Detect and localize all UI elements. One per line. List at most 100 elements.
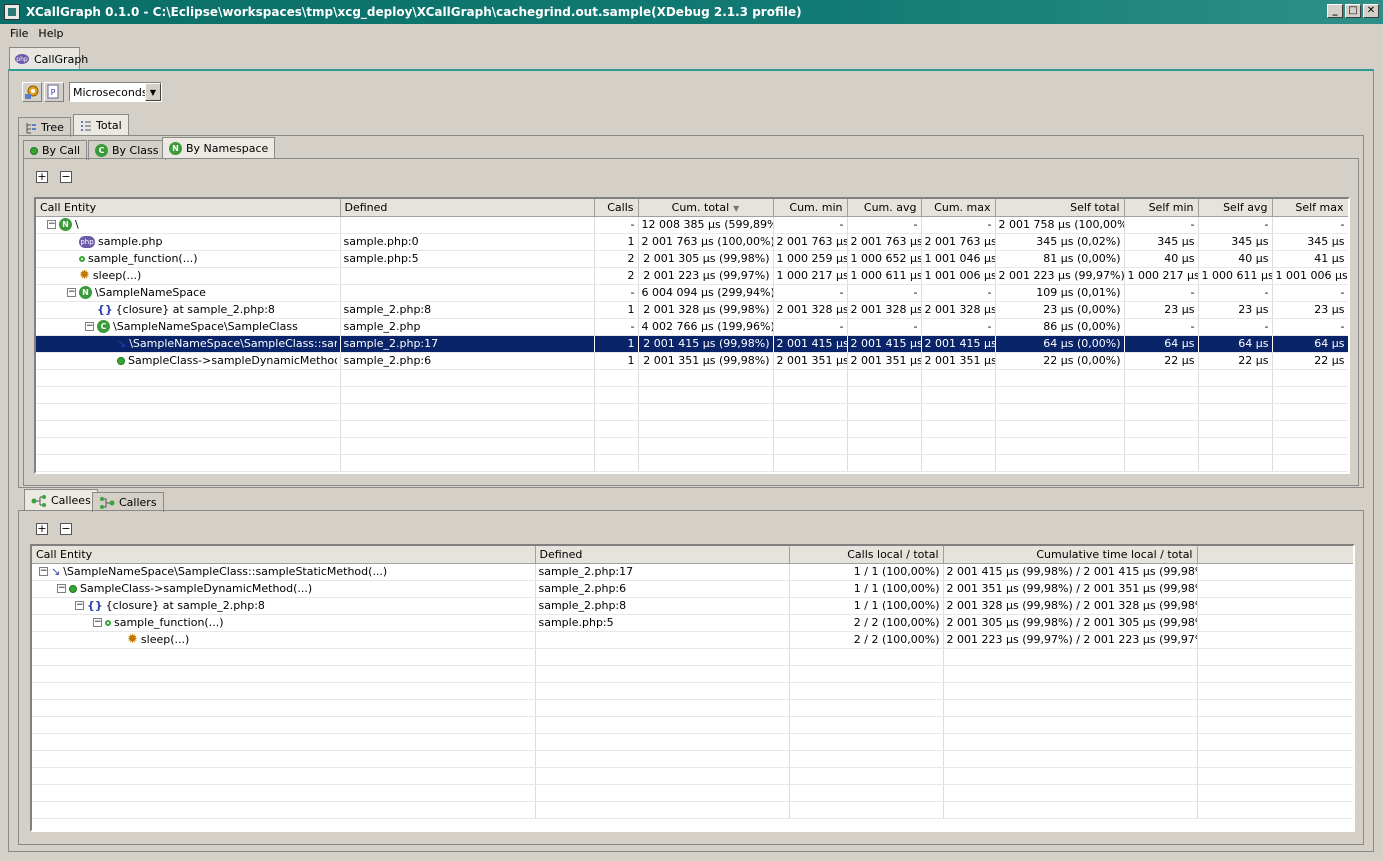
include-php-button[interactable]: P xyxy=(44,82,64,102)
entity-name: sample_function(...) xyxy=(88,252,198,265)
table-row[interactable]: − N \SampleNameSpace -6 004 094 µs (299,94%… xyxy=(36,284,1348,302)
table-row[interactable]: − C \SampleNameSpace\SampleClass sample_2.p… xyxy=(36,318,1348,336)
col-header-self-total[interactable]: Self total xyxy=(995,199,1125,217)
table-row[interactable]: php sample.php sample.php:0 1 2 001 763 µs (… xyxy=(36,233,1348,251)
tab-by-class[interactable]: C By Class xyxy=(88,140,166,160)
menu-file[interactable]: File xyxy=(0,27,34,40)
empty-row xyxy=(32,665,1353,683)
col-header-defined[interactable]: Defined xyxy=(340,199,595,217)
tab-callers[interactable]: Callers xyxy=(92,492,164,512)
minimize-button[interactable]: _ xyxy=(1327,4,1343,18)
php-file-icon: php xyxy=(79,235,95,248)
entity-name: \ xyxy=(75,218,79,231)
static-method-icon: ↘ xyxy=(117,337,127,350)
collapse-toggle[interactable]: − xyxy=(67,288,76,297)
col-header-cumulative-time[interactable]: Cumulative time local / total xyxy=(943,546,1198,564)
tab-by-call[interactable]: By Call xyxy=(23,140,88,160)
tab-total[interactable]: Total xyxy=(73,114,129,136)
cell-defined: sample_2.php:17 xyxy=(535,563,790,581)
cell-self-total: 2 001 223 µs (99,97%) xyxy=(995,267,1125,285)
table-row[interactable]: {} {closure} at sample_2.php:8 sample_2.ph… xyxy=(36,301,1348,319)
collapse-all-button[interactable]: − xyxy=(60,171,72,183)
col-header-defined[interactable]: Defined xyxy=(535,546,790,564)
cell-time: 2 001 305 µs (99,98%) / 2 001 305 µs (99… xyxy=(943,614,1198,632)
tab-callgraph[interactable]: php CallGraph xyxy=(9,47,88,70)
cell-self-total: 23 µs (0,00%) xyxy=(995,301,1125,319)
tab-by-call-label: By Call xyxy=(42,144,81,157)
table-row[interactable]: − SampleClass->sampleDynamicMethod(...) sa… xyxy=(32,580,1353,598)
toolbar: P Microseconds ▼ xyxy=(22,82,162,102)
collapse-all-callees-button[interactable]: − xyxy=(60,523,72,535)
cell-call-entity: SampleClass->sampleDynamicMethod(...) xyxy=(36,352,341,370)
cell-cum-avg: 1 000 652 µs xyxy=(847,250,922,268)
callees-table: Call Entity Defined Calls local / total … xyxy=(30,544,1355,832)
collapse-toggle[interactable]: − xyxy=(75,601,84,610)
cell-self-avg: 64 µs xyxy=(1198,335,1273,353)
tab-tree[interactable]: Tree xyxy=(18,117,71,137)
collapse-toggle[interactable]: − xyxy=(93,618,102,627)
table-row[interactable]: ✹ sleep(...) 2 / 2 (100,00%) 2 001 223 µs (… xyxy=(32,631,1353,649)
expand-all-callees-button[interactable]: + xyxy=(36,523,48,535)
entity-name: sample_function(...) xyxy=(114,616,224,629)
cell-defined: sample_2.php:17 xyxy=(340,335,595,353)
empty-row xyxy=(36,386,1348,404)
window-title: XCallGraph 0.1.0 - C:\Eclipse\workspaces… xyxy=(26,5,802,19)
col-header-cum-avg[interactable]: Cum. avg xyxy=(847,199,922,217)
table-row[interactable]: ✹ sleep(...) 2 2 001 223 µs (99,97%) 1 000 2… xyxy=(36,267,1348,285)
cell-cum-min: - xyxy=(773,216,848,234)
col-header-cum-total[interactable]: Cum. total ▼ xyxy=(638,199,774,217)
collapse-toggle[interactable]: − xyxy=(85,322,94,331)
table-row[interactable]: sample_function(...) sample.php:5 2 2 001 3… xyxy=(36,250,1348,268)
tab-by-class-label: By Class xyxy=(112,144,159,157)
cell-self-min: 22 µs xyxy=(1124,352,1199,370)
col-header-cum-max[interactable]: Cum. max xyxy=(921,199,996,217)
tab-by-namespace[interactable]: N By Namespace xyxy=(162,137,276,159)
col-header-self-avg[interactable]: Self avg xyxy=(1198,199,1273,217)
col-header-calls[interactable]: Calls xyxy=(594,199,639,217)
tab-callees[interactable]: Callees xyxy=(24,489,98,511)
cell-self-avg: 23 µs xyxy=(1198,301,1273,319)
entity-name: sleep(...) xyxy=(92,269,142,282)
cell-cum-total: 12 008 385 µs (599,89%) xyxy=(638,216,774,234)
col-header-self-max[interactable]: Self max xyxy=(1272,199,1348,217)
list-icon xyxy=(80,120,92,132)
cell-self-min: - xyxy=(1124,318,1199,336)
cell-call-entity: ✹ sleep(...) xyxy=(36,267,341,285)
cell-self-max: 22 µs xyxy=(1272,352,1348,370)
col-header-calls-local-total[interactable]: Calls local / total xyxy=(789,546,944,564)
function-icon xyxy=(79,255,85,262)
cell-self-total: 109 µs (0,01%) xyxy=(995,284,1125,302)
collapse-toggle[interactable]: − xyxy=(39,567,48,576)
table-row[interactable]: ↘\SampleNameSpace\SampleClass::sampleSsa… xyxy=(36,335,1348,353)
collapse-toggle[interactable]: − xyxy=(47,220,56,229)
expand-all-button[interactable]: + xyxy=(36,171,48,183)
col-header-cum-min[interactable]: Cum. min xyxy=(773,199,848,217)
maximize-button[interactable]: □ xyxy=(1345,4,1361,18)
table-row[interactable]: − N \ -12 008 385 µs (599,89%) - - -2 001 758 … xyxy=(36,216,1348,234)
chevron-down-icon[interactable]: ▼ xyxy=(145,83,161,101)
col-header-call-entity[interactable]: Call Entity xyxy=(32,546,536,564)
cell-defined: sample_2.php:6 xyxy=(340,352,595,370)
cell-calls: - xyxy=(594,284,639,302)
cell-empty xyxy=(1197,563,1353,581)
col-header-self-min[interactable]: Self min xyxy=(1124,199,1199,217)
cell-cum-avg: 2 001 328 µs xyxy=(847,301,922,319)
settings-gear-button[interactable] xyxy=(22,82,42,102)
table-row[interactable]: − ↘ \SampleNameSpace\SampleClass::sampleSt… xyxy=(32,563,1353,581)
cell-cum-min: 2 001 763 µs xyxy=(773,233,848,251)
table-row[interactable]: − sample_function(...) sample.php:5 2 / 2 (… xyxy=(32,614,1353,632)
table-row[interactable]: −{} {closure} at sample_2.php:8 sample_2.p… xyxy=(32,597,1353,615)
empty-row xyxy=(36,420,1348,438)
cell-self-total: 2 001 758 µs (100,00%) xyxy=(995,216,1125,234)
method-icon xyxy=(69,584,77,593)
cell-cum-min: - xyxy=(773,318,848,336)
close-button[interactable]: ✕ xyxy=(1363,4,1379,18)
cell-calls: 1 xyxy=(594,233,639,251)
col-header-call-entity[interactable]: Call Entity xyxy=(36,199,341,217)
collapse-toggle[interactable]: − xyxy=(57,584,66,593)
menu-help[interactable]: Help xyxy=(34,27,69,40)
empty-row xyxy=(32,750,1353,768)
table-row[interactable]: SampleClass->sampleDynamicMethod(...)sam… xyxy=(36,352,1348,370)
time-unit-select[interactable]: Microseconds ▼ xyxy=(69,82,162,102)
static-method-icon: ↘ xyxy=(51,565,61,578)
